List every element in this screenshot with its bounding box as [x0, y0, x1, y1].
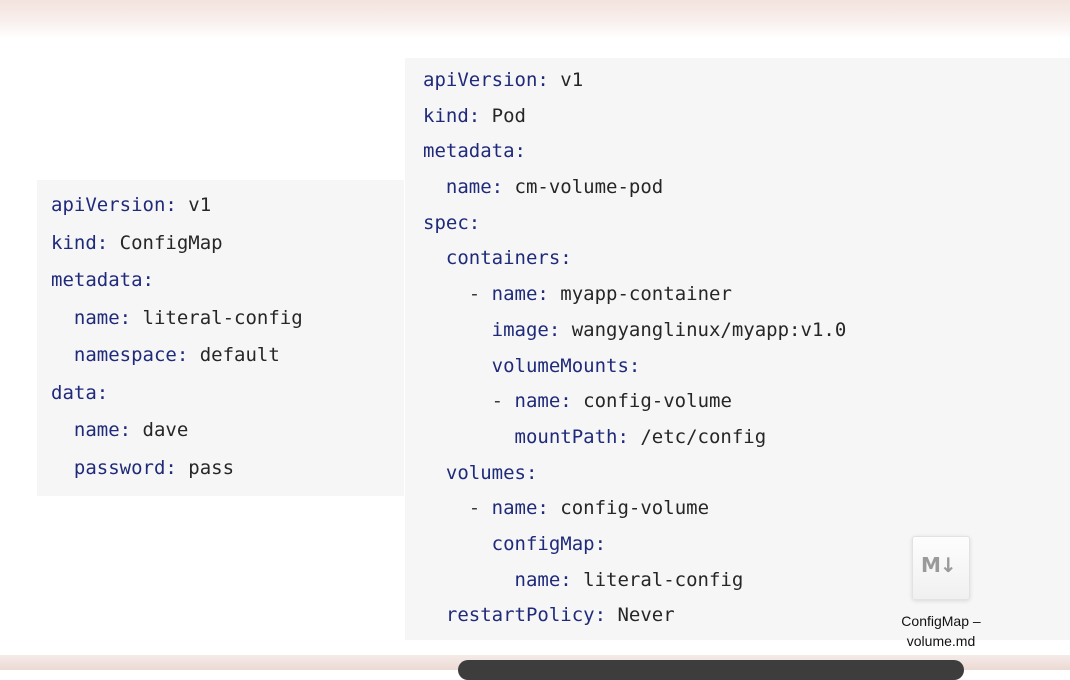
yaml-value: ConfigMap: [108, 231, 223, 254]
code-line: kind: ConfigMap: [51, 225, 303, 263]
list-dash: -: [468, 497, 492, 520]
yaml-value: config-volume: [548, 497, 710, 520]
code-line: namespace: default: [51, 337, 303, 375]
markdown-file-icon[interactable]: M↓: [912, 536, 970, 600]
yaml-key: configMap:: [491, 532, 607, 555]
pod-yaml: apiVersion: v1 kind: Pod metadata: name: c…: [423, 63, 846, 634]
yaml-key: spec:: [423, 211, 481, 234]
yaml-value: config-volume: [571, 390, 732, 413]
top-gradient-band: [0, 0, 1070, 38]
yaml-value: /etc/config: [628, 425, 767, 448]
yaml-key: data:: [51, 381, 109, 404]
code-line: - name: config-volume: [423, 384, 846, 420]
yaml-value: pass: [176, 456, 235, 479]
code-line: containers:: [423, 241, 846, 277]
code-line: data:: [51, 375, 303, 413]
list-dash: -: [491, 390, 515, 413]
code-line: metadata:: [423, 134, 846, 170]
yaml-value: Pod: [480, 104, 526, 127]
dock-bar: [458, 660, 964, 680]
yaml-value: cm-volume-pod: [503, 176, 664, 199]
markdown-glyph: M↓: [921, 553, 957, 577]
yaml-key: metadata:: [423, 140, 526, 163]
yaml-value: dave: [131, 419, 189, 441]
code-line: apiVersion: v1: [51, 187, 303, 225]
yaml-key: metadata:: [51, 269, 154, 291]
yaml-key: name:: [491, 283, 549, 306]
code-line: metadata:: [51, 262, 303, 300]
yaml-key: volumeMounts:: [491, 354, 641, 377]
code-line: name: literal-config: [51, 300, 303, 338]
yaml-key: password:: [73, 456, 177, 479]
code-line: - name: myapp-container: [423, 277, 846, 313]
yaml-key: name:: [514, 568, 572, 591]
yaml-key: namespace:: [73, 344, 189, 366]
code-line: - name: config-volume: [423, 491, 846, 527]
file-label[interactable]: ConfigMap – volume.md: [876, 611, 1006, 651]
code-line: image: wangyanglinux/myapp:v1.0: [423, 313, 847, 349]
code-line: name: literal-config: [423, 563, 846, 599]
code-line: name: cm-volume-pod: [423, 170, 846, 206]
yaml-value: literal-config: [131, 306, 303, 329]
markdown-file[interactable]: M↓: [912, 536, 974, 600]
yaml-key: restartPolicy:: [445, 604, 607, 627]
yaml-key: mountPath:: [514, 425, 629, 448]
yaml-key: apiVersion:: [51, 194, 177, 216]
code-line: restartPolicy: Never: [423, 598, 846, 634]
yaml-value: wangyanglinux/myapp:v1.0: [560, 318, 847, 341]
yaml-value: v1: [176, 194, 212, 216]
code-line: volumes:: [423, 456, 846, 492]
code-line: volumeMounts:: [423, 349, 846, 385]
yaml-key: name:: [73, 419, 132, 441]
code-line: password: pass: [51, 450, 303, 488]
yaml-key: name:: [514, 390, 572, 413]
yaml-key: kind:: [51, 231, 109, 254]
yaml-key: name:: [491, 497, 549, 520]
code-line: apiVersion: v1: [423, 63, 846, 99]
yaml-key: name:: [73, 306, 132, 329]
yaml-value: v1: [548, 69, 584, 91]
configmap-code-panel: apiVersion: v1 kind: ConfigMap metadata: n…: [37, 180, 404, 496]
code-line: kind: Pod: [423, 99, 846, 135]
yaml-key: image:: [491, 318, 561, 341]
yaml-key: name:: [445, 176, 504, 199]
code-line: mountPath: /etc/config: [423, 420, 846, 456]
yaml-key: apiVersion:: [423, 69, 549, 91]
code-line: name: dave: [51, 412, 303, 450]
yaml-key: containers:: [445, 247, 572, 270]
list-dash: -: [468, 283, 492, 306]
yaml-value: Never: [606, 604, 675, 627]
yaml-key: kind:: [423, 104, 481, 127]
yaml-value: myapp-container: [548, 283, 732, 306]
yaml-value: default: [188, 344, 280, 366]
code-line: configMap:: [423, 527, 846, 563]
yaml-key: volumes:: [445, 461, 538, 484]
configmap-yaml: apiVersion: v1 kind: ConfigMap metadata: n…: [51, 187, 303, 487]
code-line: spec:: [423, 206, 846, 242]
yaml-value: literal-config: [571, 568, 744, 591]
